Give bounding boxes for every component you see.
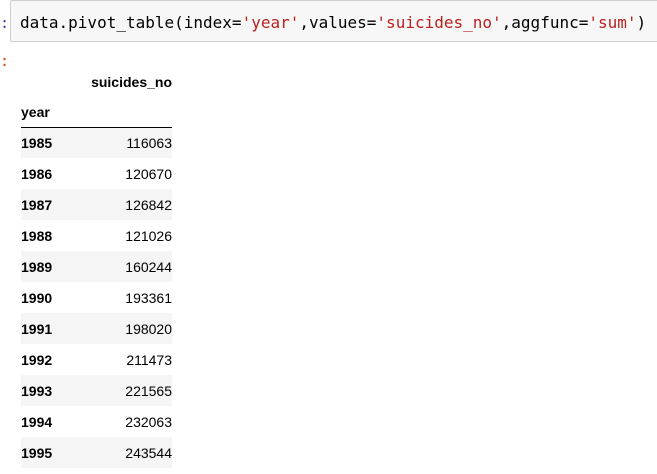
index-name-year: year [21, 104, 50, 121]
code-call: data.pivot_table(index= [20, 13, 242, 32]
table-row: 1995 243544 [21, 437, 172, 468]
table-row: 1985 116063 [21, 127, 172, 158]
output-prompt: : [0, 52, 10, 70]
column-header-suicides-no: suicides_no [91, 73, 172, 90]
cell-suicides-no: 126842 [75, 189, 172, 220]
code-cell-input[interactable]: data.pivot_table(index='year',values='su… [10, 0, 657, 42]
cell-suicides-no: 160244 [75, 251, 172, 282]
table-body: 1985 116063 1986 120670 1987 126842 1988 121026… [21, 127, 172, 468]
table-row: 1989 160244 [21, 251, 172, 282]
row-index-year: 1994 [21, 406, 75, 437]
row-index-year: 1992 [21, 344, 75, 375]
row-index-year: 1990 [21, 282, 75, 313]
row-index-year: 1989 [21, 251, 75, 282]
table-row: 1993 221565 [21, 375, 172, 406]
cell-suicides-no: 120670 [75, 158, 172, 189]
cell-suicides-no: 211473 [75, 344, 172, 375]
header-corner [21, 65, 75, 98]
table-row: 1992 211473 [21, 344, 172, 375]
code-index-arg: 'year' [241, 13, 300, 32]
row-index-year: 1993 [21, 375, 75, 406]
row-index-year: 1988 [21, 220, 75, 251]
code-close-paren: ) [636, 13, 647, 32]
table-row: 1988 121026 [21, 220, 172, 251]
table-row: 1986 120670 [21, 158, 172, 189]
row-index-year: 1991 [21, 313, 75, 344]
table-row: 1991 198020 [21, 313, 172, 344]
index-name-spacer [75, 98, 172, 127]
row-index-year: 1986 [21, 158, 75, 189]
cell-suicides-no: 198020 [75, 313, 172, 344]
input-prompt: : [0, 14, 10, 32]
table-row: 1990 193361 [21, 282, 172, 313]
column-header-row: suicides_no [21, 65, 172, 98]
cell-suicides-no: 221565 [75, 375, 172, 406]
table-row: 1987 126842 [21, 189, 172, 220]
cell-suicides-no: 243544 [75, 437, 172, 468]
row-index-year: 1995 [21, 437, 75, 468]
pivot-table-output: suicides_no year 1985 116063 1986 120670 198… [21, 65, 172, 468]
cell-suicides-no: 121026 [75, 220, 172, 251]
cell-suicides-no: 193361 [75, 282, 172, 313]
code-values-keyword: ,values= [299, 13, 377, 32]
table-row: 1994 232063 [21, 406, 172, 437]
row-index-year: 1985 [21, 127, 75, 158]
code-values-arg: 'suicides_no' [376, 13, 502, 32]
cell-suicides-no: 232063 [75, 406, 172, 437]
code-aggfunc-arg: 'sum' [588, 13, 637, 32]
code-aggfunc-keyword: ,aggfunc= [501, 13, 589, 32]
row-index-year: 1987 [21, 189, 75, 220]
index-name-row: year [21, 98, 172, 127]
cell-suicides-no: 116063 [75, 127, 172, 158]
code-line[interactable]: data.pivot_table(index='year',values='su… [20, 13, 646, 32]
